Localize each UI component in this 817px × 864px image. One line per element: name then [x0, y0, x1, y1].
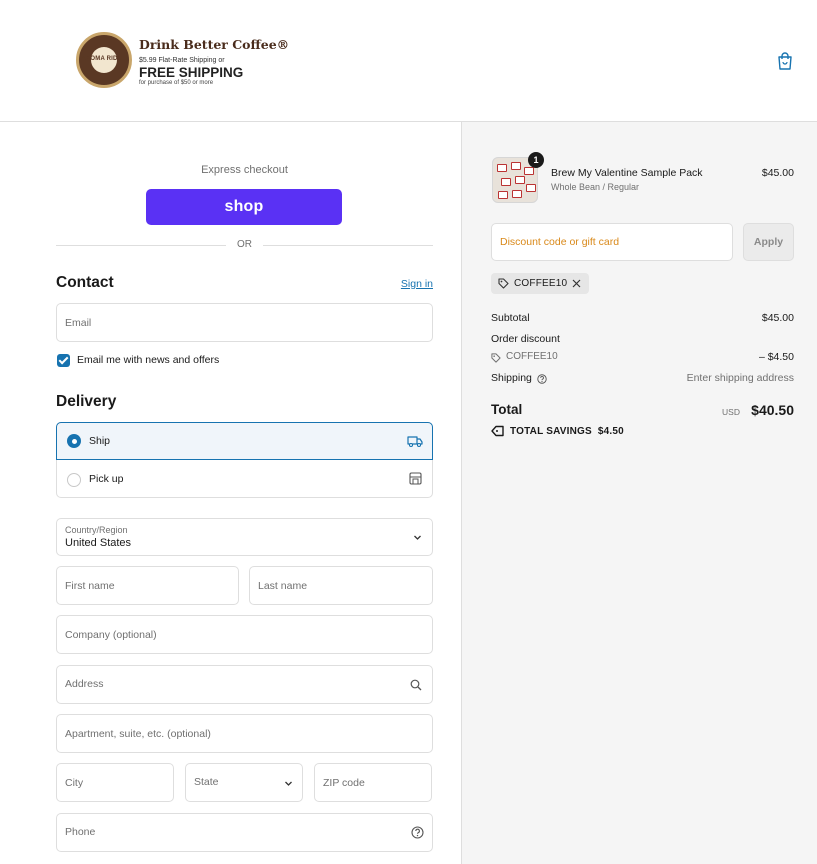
newsletter-checkbox[interactable] — [57, 354, 70, 367]
logo-min-purchase: for purchase of $50 or more — [139, 80, 214, 86]
chevron-down-icon — [285, 781, 292, 786]
city-field[interactable]: City — [56, 763, 174, 802]
or-divider: OR — [56, 239, 433, 253]
help-circle-icon[interactable] — [537, 374, 547, 384]
company-field[interactable]: Company (optional) — [56, 615, 433, 654]
quantity-badge: 1 — [528, 152, 544, 168]
delivery-method-group: Ship Pick up — [56, 422, 433, 498]
express-checkout-label: Express checkout — [201, 164, 288, 176]
page-header: AROMA RIDGE Drink Better Coffee® $5.99 F… — [0, 0, 817, 122]
total-savings: TOTAL SAVINGS $4.50 — [510, 426, 624, 437]
tag-icon — [498, 278, 509, 289]
ship-radio[interactable] — [67, 434, 81, 448]
total-value: $40.50 — [751, 402, 794, 418]
email-field[interactable]: Email — [56, 303, 433, 342]
tag-icon — [491, 353, 501, 363]
logo-free-shipping: FREE SHIPPING — [139, 65, 244, 80]
discount-value: – $4.50 — [758, 351, 794, 363]
logo-shipping-line: $5.99 Flat-Rate Shipping or — [139, 57, 225, 64]
help-circle-icon[interactable] — [411, 826, 424, 839]
phone-field[interactable]: Phone — [56, 813, 433, 852]
apartment-field[interactable]: Apartment, suite, etc. (optional) — [56, 714, 433, 753]
logo-seal: AROMA RIDGE — [76, 32, 132, 88]
shop-pay-label: shop — [224, 198, 264, 215]
truck-icon — [407, 436, 423, 448]
search-icon — [410, 679, 422, 691]
order-discount-label: Order discount — [491, 333, 560, 345]
pickup-radio[interactable] — [67, 473, 81, 487]
store-logo[interactable]: AROMA RIDGE Drink Better Coffee® $5.99 F… — [76, 31, 289, 91]
discount-code-field[interactable]: Discount code or gift card — [491, 223, 733, 261]
subtotal-label: Subtotal — [491, 312, 530, 324]
product-price: $45.00 — [761, 167, 794, 179]
shipping-value: Enter shipping address — [686, 372, 794, 384]
shop-pay-button[interactable]: shop — [146, 189, 342, 225]
remove-discount-icon[interactable] — [572, 279, 581, 288]
address-field[interactable]: Address — [56, 665, 433, 704]
logo-title: Drink Better Coffee® — [139, 37, 290, 52]
country-select[interactable]: Country/Region United States — [56, 518, 433, 556]
shopping-bag-icon[interactable] — [777, 52, 793, 70]
savings-tag-icon — [491, 425, 504, 437]
total-currency: USD — [722, 407, 740, 417]
last-name-field[interactable]: Last name — [249, 566, 433, 605]
shipping-label: Shipping — [491, 372, 532, 384]
apply-discount-button[interactable]: Apply — [743, 223, 794, 261]
product-variant: Whole Bean / Regular — [551, 182, 640, 192]
contact-heading: Contact — [56, 274, 114, 291]
applied-discount-chip: COFFEE10 — [491, 273, 589, 294]
state-select[interactable]: State — [185, 763, 303, 802]
product-name: Brew My Valentine Sample Pack — [551, 167, 703, 179]
discount-code-label: COFFEE10 — [506, 351, 558, 362]
chevron-down-icon — [414, 535, 421, 540]
newsletter-label: Email me with news and offers — [77, 354, 220, 366]
sign-in-link[interactable]: Sign in — [380, 278, 433, 290]
delivery-option-pickup[interactable]: Pick up — [89, 473, 123, 485]
delivery-heading: Delivery — [56, 393, 117, 410]
subtotal-value: $45.00 — [761, 312, 794, 324]
store-icon — [409, 472, 422, 485]
first-name-field[interactable]: First name — [56, 566, 239, 605]
zip-field[interactable]: ZIP code — [314, 763, 432, 802]
total-label: Total — [491, 402, 523, 417]
delivery-option-ship[interactable]: Ship — [56, 422, 433, 460]
